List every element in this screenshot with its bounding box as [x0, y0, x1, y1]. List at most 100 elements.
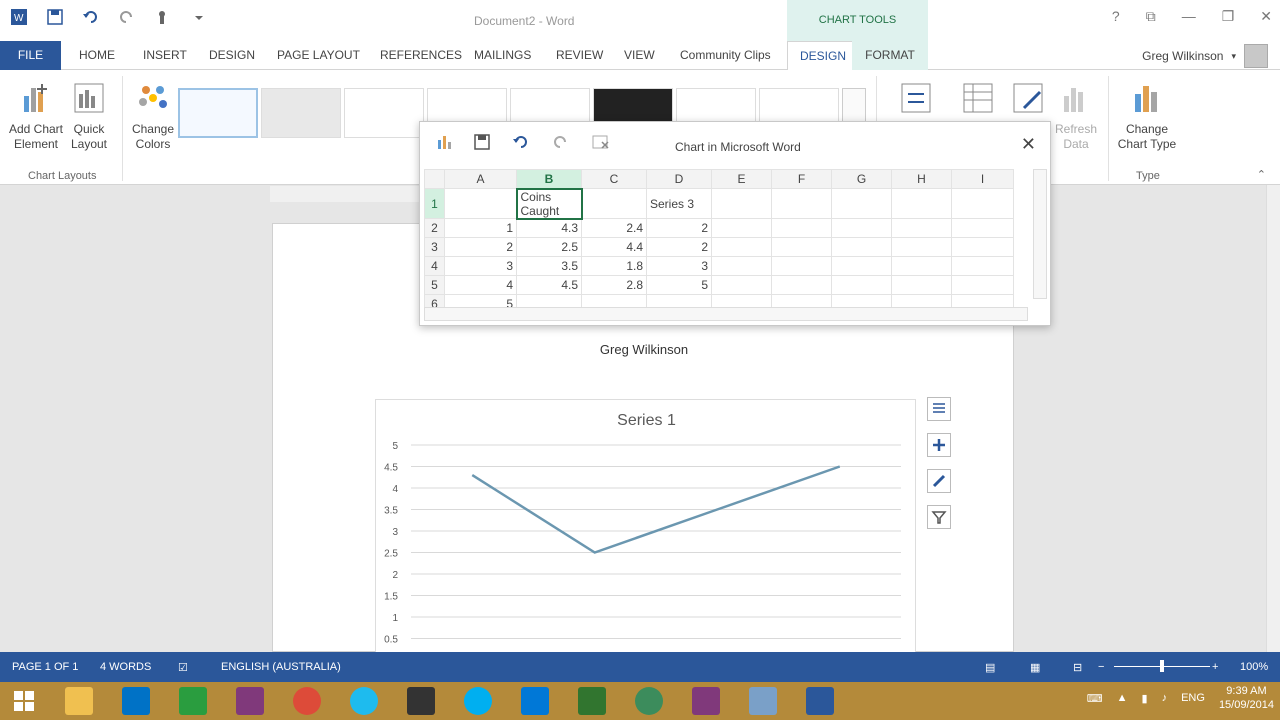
web-layout-icon[interactable]: ⊟ [1073, 661, 1082, 674]
cell[interactable] [951, 256, 1014, 276]
refresh-data-button[interactable]: Refresh Data [1050, 82, 1102, 152]
cell[interactable] [891, 256, 952, 276]
network-icon[interactable]: ▮ [1142, 692, 1148, 705]
tab-chart-format[interactable]: FORMAT [852, 41, 928, 70]
tab-design[interactable]: DESIGN [209, 41, 255, 70]
chart-styles-button[interactable] [927, 469, 951, 493]
cell[interactable]: 2 [444, 237, 517, 257]
row-header[interactable]: 4 [424, 256, 445, 276]
cell[interactable]: 5 [646, 275, 712, 295]
cell[interactable] [771, 237, 832, 257]
cell[interactable] [711, 188, 772, 219]
cell[interactable] [711, 237, 772, 257]
column-header[interactable]: H [891, 169, 952, 189]
undo-icon[interactable] [512, 134, 530, 153]
cell[interactable] [891, 188, 952, 219]
quick-layout-button[interactable]: Quick Layout [66, 82, 112, 152]
tab-file[interactable]: FILE [0, 41, 61, 70]
zoom-level[interactable]: 100% [1240, 661, 1268, 673]
language[interactable]: ENGLISH (AUSTRALIA) [221, 661, 341, 673]
cell[interactable]: 1.8 [581, 256, 647, 276]
touch-mode-icon[interactable] [152, 6, 174, 28]
cell[interactable]: Coins Caught [515, 187, 583, 220]
start-button[interactable] [0, 682, 48, 720]
column-header[interactable]: I [951, 169, 1014, 189]
zoom-slider-thumb[interactable] [1160, 660, 1164, 672]
cell[interactable] [831, 275, 892, 295]
project-icon[interactable] [563, 682, 620, 720]
save-icon[interactable] [44, 6, 66, 28]
tab-references[interactable]: REFERENCES [380, 41, 462, 70]
column-header[interactable]: G [831, 169, 892, 189]
cell[interactable]: 3.5 [516, 256, 582, 276]
volume-icon[interactable]: ♪ [1162, 692, 1168, 704]
line-chart[interactable]: Series 1 5 4.5 4 3.5 3 2.5 2 1.5 1 0.5 [375, 399, 916, 659]
chart-style-1[interactable] [178, 88, 258, 138]
redo-icon[interactable] [116, 6, 138, 28]
help-icon[interactable]: ? [1112, 8, 1120, 25]
word-count[interactable]: 4 WORDS [100, 661, 151, 673]
chart-filters-button[interactable] [927, 505, 951, 529]
cell[interactable]: 2 [646, 237, 712, 257]
file-explorer-icon[interactable] [50, 682, 107, 720]
cell[interactable]: 2.4 [581, 218, 647, 238]
lync-icon[interactable] [506, 682, 563, 720]
cell[interactable]: Series 3 [646, 188, 712, 219]
store-icon[interactable] [164, 682, 221, 720]
change-colors-button[interactable]: Change Colors [128, 82, 178, 152]
cell[interactable] [831, 218, 892, 238]
zoom-in-icon[interactable]: + [1212, 661, 1218, 673]
tab-chart-design[interactable]: DESIGN [787, 41, 860, 71]
onenote-icon[interactable] [221, 682, 278, 720]
cell[interactable] [711, 275, 772, 295]
tab-mailings[interactable]: MAILINGS [474, 41, 531, 70]
outlook-icon[interactable] [107, 682, 164, 720]
cell[interactable] [891, 237, 952, 257]
app-icon[interactable] [620, 682, 677, 720]
print-layout-icon[interactable]: ▦ [1030, 661, 1040, 674]
keyboard-icon[interactable]: ⌨ [1087, 692, 1103, 705]
change-chart-type-button[interactable]: Change Chart Type [1112, 82, 1182, 152]
cell[interactable] [771, 188, 832, 219]
cell[interactable] [444, 188, 517, 219]
column-header[interactable]: E [711, 169, 772, 189]
collapse-ribbon-icon[interactable]: ⌃ [1257, 168, 1266, 181]
customize-qat-icon[interactable] [188, 6, 210, 28]
edit-in-excel-icon[interactable] [592, 134, 610, 153]
column-header[interactable]: F [771, 169, 832, 189]
cell[interactable] [831, 188, 892, 219]
clock[interactable]: 9:39 AM 15/09/2014 [1219, 684, 1274, 712]
cell[interactable] [771, 256, 832, 276]
cell[interactable] [951, 237, 1014, 257]
tab-home[interactable]: HOME [79, 41, 115, 70]
proofing-icon[interactable]: ☑ [178, 661, 188, 674]
tab-page-layout[interactable]: PAGE LAYOUT [277, 41, 360, 70]
cell[interactable]: 1 [444, 218, 517, 238]
read-mode-icon[interactable]: ▤ [985, 661, 995, 674]
zoom-out-icon[interactable]: − [1098, 661, 1104, 673]
chart-elements-button[interactable] [927, 433, 951, 457]
cell[interactable] [951, 275, 1014, 295]
close-icon[interactable]: ✕ [1260, 8, 1272, 25]
row-header[interactable]: 5 [424, 275, 445, 295]
cell[interactable] [771, 275, 832, 295]
chart-style-2[interactable] [261, 88, 341, 138]
cell[interactable] [711, 256, 772, 276]
restore-icon[interactable]: ❐ [1222, 8, 1235, 25]
cell[interactable] [831, 237, 892, 257]
cell[interactable] [831, 256, 892, 276]
cell[interactable] [951, 188, 1014, 219]
word-icon[interactable] [791, 682, 848, 720]
spreadsheet-grid[interactable]: A B C D E F G H I 1 Coins Caught Series … [424, 169, 1014, 314]
layout-options-button[interactable] [927, 397, 951, 421]
cell[interactable]: 4 [444, 275, 517, 295]
data-window-hscroll[interactable] [424, 307, 1028, 321]
cell[interactable] [771, 218, 832, 238]
redo-icon[interactable] [552, 134, 570, 153]
app-icon[interactable] [392, 682, 449, 720]
chart-style-3[interactable] [344, 88, 424, 138]
cell[interactable] [711, 218, 772, 238]
show-hidden-icon[interactable]: ▲ [1117, 692, 1128, 704]
row-header[interactable]: 1 [424, 188, 445, 219]
switch-row-column-button[interactable] [896, 82, 936, 122]
